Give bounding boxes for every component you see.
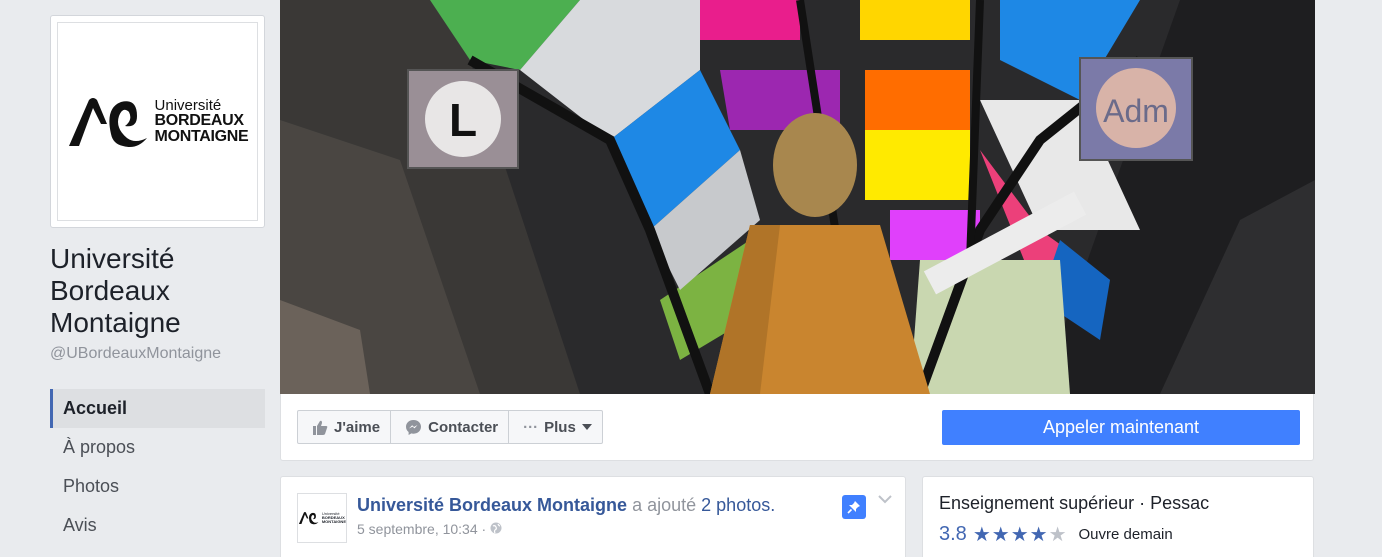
cover-photo[interactable]: L Adm	[280, 0, 1315, 394]
star-icon: ★	[1010, 523, 1029, 546]
caret-down-icon	[581, 424, 592, 430]
page-action-bar: J'aime Contacter ··· Plus Appeler mainte…	[280, 394, 1314, 461]
logo-line-2: BORDEAUX	[154, 111, 244, 129]
university-logo-mark-icon	[298, 512, 319, 525]
thumbs-up-icon	[312, 420, 328, 435]
university-logo: Université BORDEAUX MONTAIGNE	[57, 22, 258, 221]
nav-item-a-propos[interactable]: À propos	[50, 428, 265, 467]
post-photos-link[interactable]: 2 photos.	[701, 495, 775, 515]
profile-picture[interactable]: Université BORDEAUX MONTAIGNE	[50, 15, 265, 228]
like-button[interactable]: J'aime	[298, 411, 392, 443]
page-category[interactable]: Enseignement supérieur · Pessac	[939, 493, 1209, 514]
contact-button[interactable]: Contacter	[391, 411, 510, 443]
cover-image: L Adm	[280, 0, 1315, 394]
call-now-button[interactable]: Appeler maintenant	[942, 410, 1300, 445]
star-icon: ★	[972, 523, 991, 546]
star-icon: ★	[1048, 523, 1067, 546]
post-verb: a ajouté	[632, 495, 697, 515]
university-logo-mark-icon	[68, 97, 147, 147]
page-handle[interactable]: @UBordeauxMontaigne	[50, 345, 221, 363]
logo-line-1: Université	[154, 96, 222, 114]
logo-wordmark: Université BORDEAUX MONTAIGNE	[154, 96, 249, 146]
page-info-card: Enseignement supérieur · Pessac 3.8 ★ ★ ★ ★…	[922, 476, 1314, 557]
globe-icon[interactable]	[490, 521, 502, 537]
contact-button-label: Contacter	[428, 418, 499, 436]
nav-item-photos[interactable]: Photos	[50, 467, 265, 506]
post-avatar[interactable]: Université BORDEAUX MONTAIGNE	[297, 493, 347, 543]
like-button-label: J'aime	[334, 418, 381, 436]
star-icon: ★	[991, 523, 1010, 546]
pinned-post: Université BORDEAUX MONTAIGNE Université…	[280, 476, 906, 557]
opening-status: Ouvre demain	[1078, 526, 1173, 543]
pin-icon[interactable]	[842, 495, 866, 519]
rating-row: 3.8 ★ ★ ★ ★ ★ Ouvre demain	[939, 523, 1173, 546]
post-author-link[interactable]: Université Bordeaux Montaigne	[357, 495, 627, 515]
post-avatar-wordmark: Université BORDEAUX MONTAIGNE	[321, 511, 346, 525]
chevron-down-icon[interactable]	[878, 491, 892, 509]
post-header: Université Bordeaux Montaigne a ajouté 2…	[357, 495, 775, 516]
page-nav: Accueil À propos Photos Avis	[50, 389, 265, 545]
nav-item-avis[interactable]: Avis	[50, 506, 265, 545]
action-button-group: J'aime Contacter ··· Plus	[297, 410, 603, 444]
star-icon: ★	[1029, 523, 1048, 546]
page-title[interactable]: Université Bordeaux Montaigne	[50, 243, 265, 339]
rating-stars: ★ ★ ★ ★ ★	[973, 525, 1067, 545]
rating-score[interactable]: 3.8	[939, 523, 967, 546]
ellipsis-icon: ···	[523, 418, 539, 436]
post-meta: 5 septembre, 10:34 ·	[357, 521, 502, 537]
post-timestamp[interactable]: 5 septembre, 10:34 ·	[357, 521, 486, 537]
messenger-icon	[405, 419, 422, 436]
cover-sign-left: L	[449, 94, 477, 146]
avatar-logo-line-3: MONTAIGNE	[321, 519, 346, 525]
logo-line-3: MONTAIGNE	[154, 128, 249, 146]
nav-item-accueil[interactable]: Accueil	[50, 389, 265, 428]
cover-sign-right: Adm	[1103, 93, 1169, 129]
more-button[interactable]: ··· Plus	[509, 411, 602, 443]
more-button-label: Plus	[544, 418, 576, 436]
